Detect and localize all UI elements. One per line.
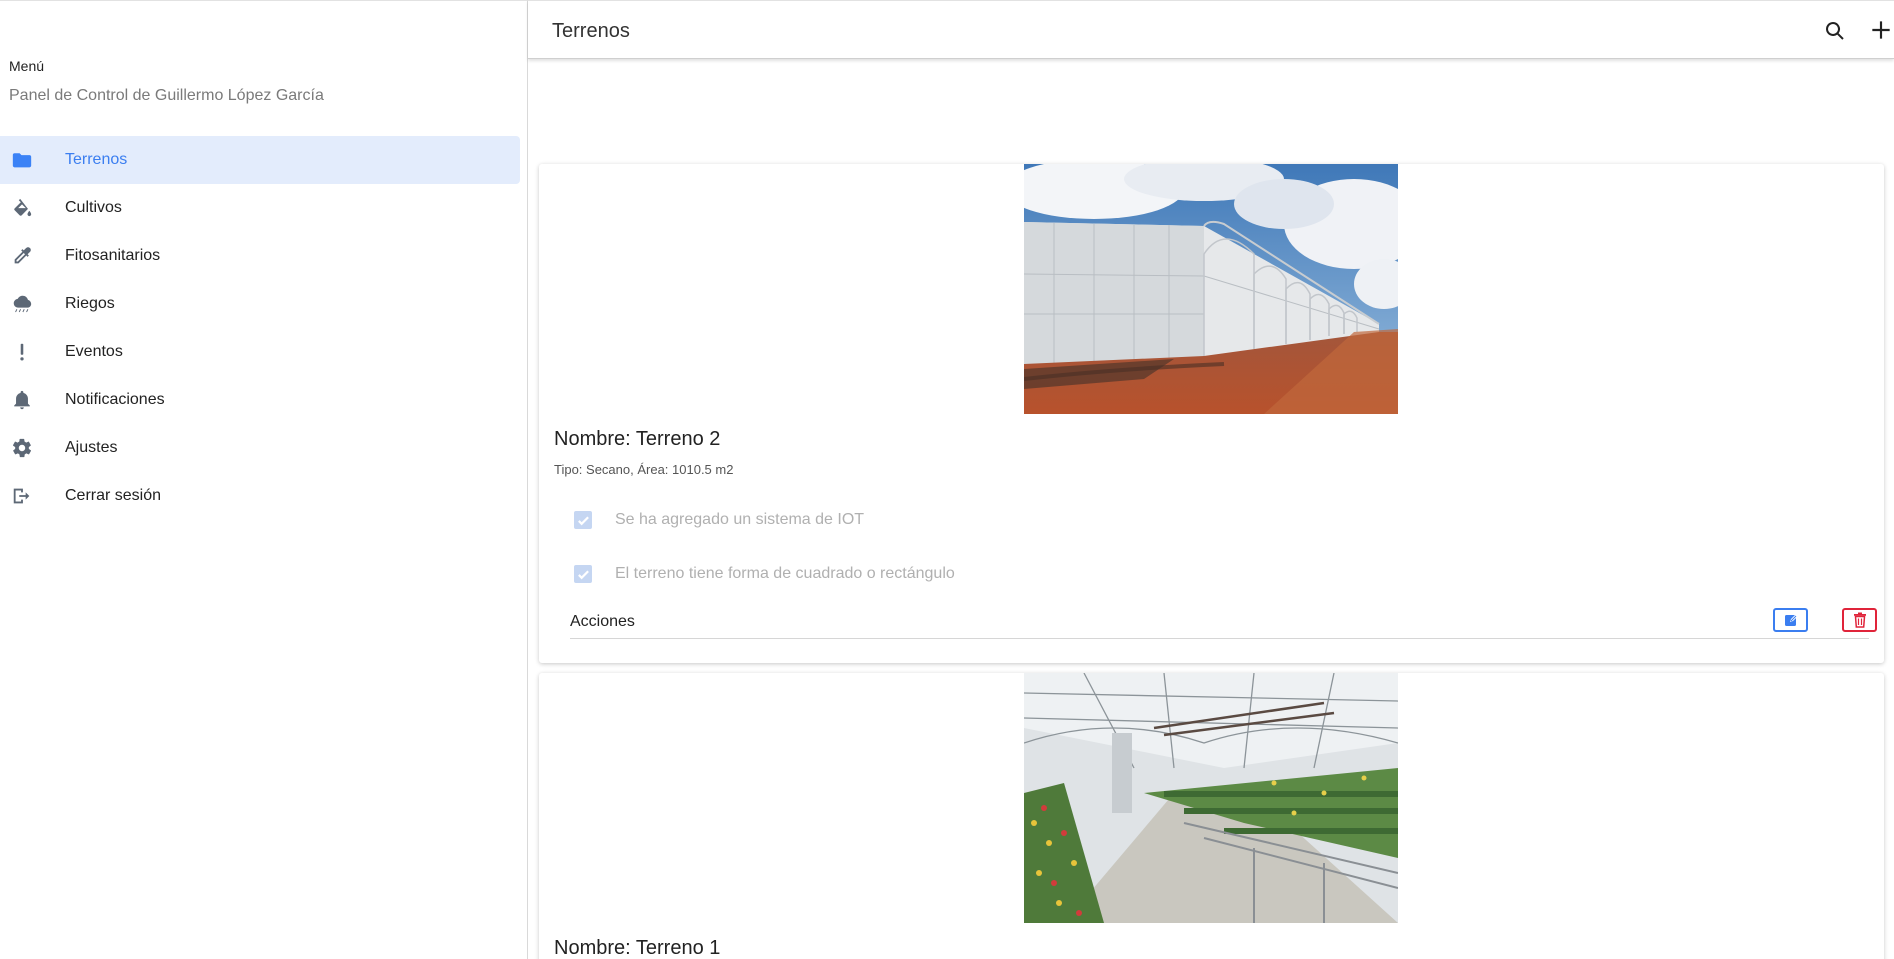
- sidebar-item-cerrar-sesion[interactable]: Cerrar sesión: [0, 472, 520, 520]
- gear-icon: [0, 424, 65, 472]
- trash-icon: [1853, 612, 1866, 628]
- top-app-bar: Terrenos: [528, 0, 1894, 59]
- sidebar-item-riegos[interactable]: Riegos: [0, 280, 520, 328]
- terreno-card: Nombre: Terreno 1: [539, 673, 1884, 959]
- iot-checkbox[interactable]: [574, 511, 592, 529]
- shape-check-row: El terreno tiene forma de cuadrado o rec…: [574, 565, 955, 583]
- dashboard-subtitle: Panel de Control de Guillermo López Garc…: [9, 87, 324, 104]
- sidebar-nav: Terrenos Cultivos Fitosanitarios Riegos …: [0, 136, 520, 520]
- sidebar-item-terrenos[interactable]: Terrenos: [0, 136, 520, 184]
- sidebar-item-fitosanitarios[interactable]: Fitosanitarios: [0, 232, 520, 280]
- terreno-name: Nombre: Terreno 2: [554, 428, 721, 450]
- edit-button[interactable]: [1773, 608, 1808, 632]
- shape-checkbox[interactable]: [574, 565, 592, 583]
- sidebar-item-label: Fitosanitarios: [65, 247, 161, 264]
- actions-label: Acciones: [570, 613, 635, 630]
- add-terreno-button[interactable]: [1868, 16, 1894, 44]
- terreno-meta: Tipo: Secano, Área: 1010.5 m2: [554, 462, 734, 477]
- sidebar-item-notificaciones[interactable]: Notificaciones: [0, 376, 520, 424]
- check-icon: [577, 515, 589, 525]
- delete-button[interactable]: [1842, 608, 1877, 632]
- bell-icon: [0, 376, 65, 424]
- plus-icon: [1872, 21, 1890, 39]
- greenhouse-interior-image: [1024, 673, 1398, 923]
- iot-check-row: Se ha agregado un sistema de IOT: [574, 511, 864, 529]
- sidebar-item-label: Ajustes: [65, 439, 118, 456]
- edit-icon: [1784, 614, 1798, 626]
- sidebar-item-eventos[interactable]: Eventos: [0, 328, 520, 376]
- sidebar-item-ajustes[interactable]: Ajustes: [0, 424, 520, 472]
- sidebar-item-label: Riegos: [65, 295, 115, 312]
- exclamation-icon: [0, 328, 65, 376]
- terreno-photo: [1024, 164, 1398, 414]
- check-label: El terreno tiene forma de cuadrado o rec…: [615, 565, 955, 582]
- greenhouse-exterior-image: [1024, 164, 1398, 414]
- actions-row: Acciones: [570, 607, 1877, 639]
- menu-title: Menú: [9, 58, 45, 74]
- sidebar-item-cultivos[interactable]: Cultivos: [0, 184, 520, 232]
- terreno-card: Nombre: Terreno 2 Tipo: Secano, Área: 10…: [539, 164, 1884, 663]
- sidebar-item-label: Cultivos: [65, 199, 122, 216]
- eyedropper-icon: [0, 232, 65, 280]
- paint-bucket-icon: [0, 184, 65, 232]
- terreno-name: Nombre: Terreno 1: [554, 937, 721, 959]
- sidebar-item-label: Terrenos: [65, 151, 128, 168]
- logout-icon: [0, 472, 65, 520]
- page-title: Terrenos: [552, 20, 630, 42]
- search-button[interactable]: [1821, 17, 1849, 45]
- sidebar-item-label: Notificaciones: [65, 391, 165, 408]
- search-icon: [1826, 22, 1844, 40]
- check-label: Se ha agregado un sistema de IOT: [615, 511, 865, 528]
- sidebar-item-label: Eventos: [65, 343, 123, 360]
- sidebar: Menú Panel de Control de Guillermo López…: [0, 0, 528, 959]
- sidebar-item-label: Cerrar sesión: [65, 487, 162, 504]
- cloud-rain-icon: [0, 280, 65, 328]
- check-icon: [577, 569, 589, 579]
- folder-icon: [0, 136, 65, 184]
- terreno-photo: [1024, 673, 1398, 923]
